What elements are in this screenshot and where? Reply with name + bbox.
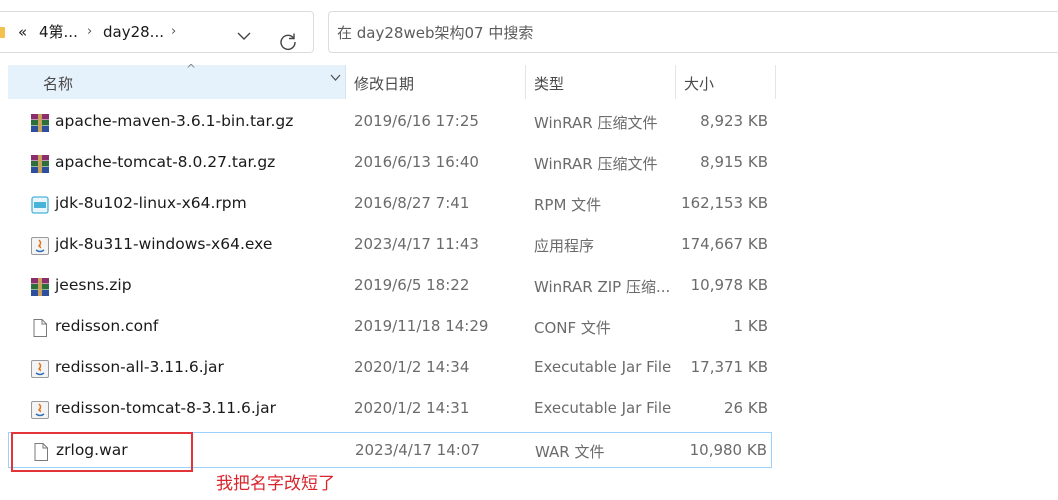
- file-name: apache-tomcat-8.0.27.tar.gz: [55, 153, 276, 171]
- file-date: 2016/8/27 7:41: [354, 194, 470, 212]
- winrar-archive-icon: [31, 114, 49, 132]
- rpm-file-icon: [31, 196, 49, 214]
- file-row[interactable]: redisson-tomcat-8-3.11.6.jar 2020/1/2 14…: [8, 391, 772, 427]
- refresh-icon[interactable]: [278, 32, 298, 52]
- address-toolbar: « 4第... › day28... › 在 day28web架构07 中搜索: [0, 0, 1058, 64]
- file-type: RPM 文件: [534, 196, 602, 214]
- search-placeholder: 在 day28web架构07 中搜索: [337, 24, 534, 42]
- file-type: 应用程序: [534, 237, 595, 255]
- annotation-text: 我把名字改短了: [216, 474, 335, 494]
- blank-file-icon: [33, 319, 47, 337]
- file-row[interactable]: apache-maven-3.6.1-bin.tar.gz 2019/6/16 …: [8, 104, 772, 140]
- file-date: 2016/6/13 16:40: [354, 153, 479, 171]
- file-date: 2023/4/17 11:43: [354, 235, 479, 253]
- column-name-label: 名称: [43, 75, 74, 93]
- file-size: 10,978 KB: [690, 276, 768, 294]
- annotation-highlight-box: [11, 432, 193, 472]
- file-size: 8,915 KB: [700, 153, 768, 171]
- file-name: jdk-8u102-linux-x64.rpm: [55, 194, 247, 212]
- search-input[interactable]: 在 day28web架构07 中搜索: [328, 11, 1058, 53]
- file-type: CONF 文件: [534, 319, 611, 337]
- column-type-label: 类型: [534, 75, 565, 93]
- column-header-size[interactable]: 大小: [676, 65, 776, 99]
- file-date: 2023/4/17 14:07: [355, 441, 480, 459]
- file-name: redisson-all-3.11.6.jar: [55, 358, 224, 376]
- file-name: jdk-8u311-windows-x64.exe: [55, 235, 273, 253]
- file-date: 2019/11/18 14:29: [354, 317, 489, 335]
- file-row[interactable]: jdk-8u311-windows-x64.exe 2023/4/17 11:4…: [8, 227, 772, 263]
- column-size-label: 大小: [684, 75, 715, 93]
- file-type: WAR 文件: [535, 443, 605, 461]
- file-row[interactable]: jeesns.zip 2019/6/5 18:22 WinRAR ZIP 压缩.…: [8, 268, 772, 304]
- column-date-label: 修改日期: [354, 75, 415, 93]
- file-row[interactable]: redisson-all-3.11.6.jar 2020/1/2 14:34 E…: [8, 350, 772, 386]
- file-name: redisson.conf: [55, 317, 159, 335]
- file-date: 2019/6/5 18:22: [354, 276, 470, 294]
- breadcrumb-item-parent[interactable]: 4第...: [39, 22, 78, 42]
- breadcrumb-chevron-icon[interactable]: ›: [87, 22, 92, 42]
- file-type: WinRAR ZIP 压缩...: [534, 278, 671, 296]
- file-type: Executable Jar File: [534, 358, 672, 376]
- overflow-breadcrumb-button[interactable]: «: [18, 22, 27, 42]
- java-jar-icon: [31, 360, 49, 378]
- winrar-archive-icon: [31, 155, 49, 173]
- file-size: 10,980 KB: [689, 441, 767, 459]
- file-size: 26 KB: [724, 399, 768, 417]
- file-row[interactable]: jdk-8u102-linux-x64.rpm 2016/8/27 7:41 R…: [8, 186, 772, 222]
- column-header-type[interactable]: 类型: [526, 65, 676, 99]
- file-name: apache-maven-3.6.1-bin.tar.gz: [55, 112, 294, 130]
- file-name: redisson-tomcat-8-3.11.6.jar: [55, 399, 276, 417]
- breadcrumb-chevron-icon[interactable]: ›: [171, 22, 176, 42]
- column-header: ^ 名称 修改日期 类型 大小: [0, 62, 1058, 100]
- folder-icon: [0, 27, 5, 38]
- column-filter-dropdown-icon[interactable]: [330, 74, 341, 82]
- column-header-date[interactable]: 修改日期: [346, 65, 526, 99]
- java-jar-icon: [31, 401, 49, 419]
- file-type: WinRAR 压缩文件: [534, 155, 658, 173]
- file-size: 1 KB: [733, 317, 768, 335]
- address-history-dropdown-icon[interactable]: [237, 32, 251, 41]
- file-size: 17,371 KB: [690, 358, 768, 376]
- file-row[interactable]: redisson.conf 2019/11/18 14:29 CONF 文件 1…: [8, 309, 772, 345]
- file-type: Executable Jar File: [534, 399, 672, 417]
- file-size: 8,923 KB: [700, 112, 768, 130]
- winrar-archive-icon: [31, 278, 49, 296]
- breadcrumb-item-current[interactable]: day28...: [103, 22, 164, 42]
- file-type: WinRAR 压缩文件: [534, 114, 658, 132]
- file-name: jeesns.zip: [55, 276, 132, 294]
- file-date: 2019/6/16 17:25: [354, 112, 479, 130]
- address-bar[interactable]: « 4第... › day28... ›: [0, 11, 314, 53]
- file-size: 162,153 KB: [681, 194, 768, 212]
- java-exe-icon: [31, 237, 49, 255]
- sort-ascending-icon: ^: [186, 62, 197, 76]
- file-date: 2020/1/2 14:31: [354, 399, 470, 417]
- file-size: 174,667 KB: [681, 235, 768, 253]
- column-header-name[interactable]: ^ 名称: [8, 62, 346, 99]
- file-date: 2020/1/2 14:34: [354, 358, 470, 376]
- file-row[interactable]: apache-tomcat-8.0.27.tar.gz 2016/6/13 16…: [8, 145, 772, 181]
